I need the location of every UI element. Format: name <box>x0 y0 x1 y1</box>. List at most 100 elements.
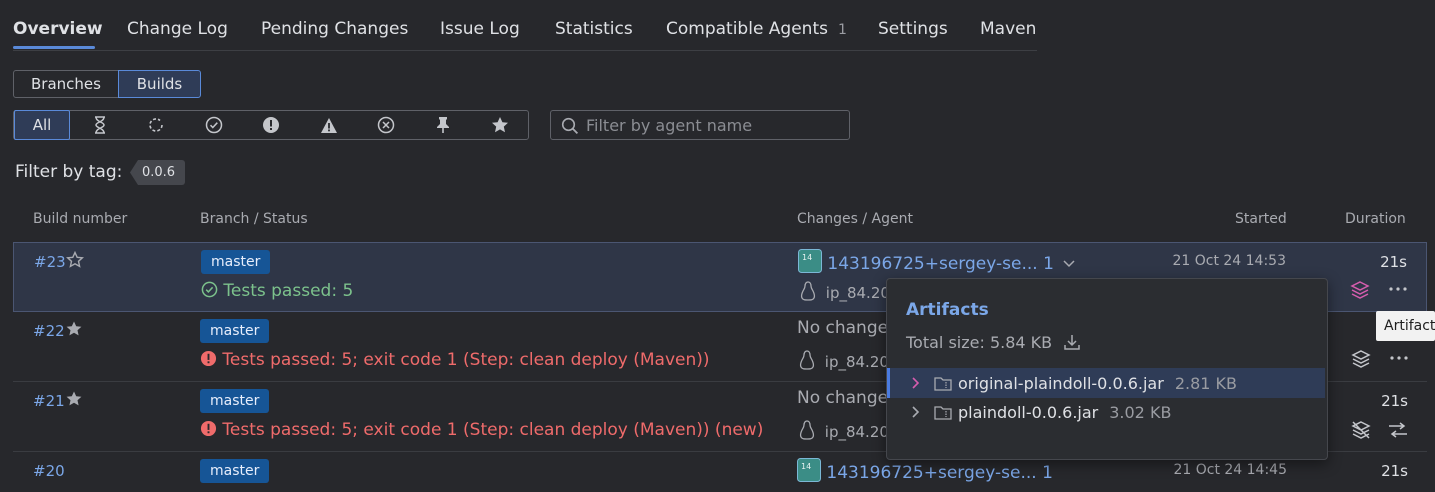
artifact-name: original-plaindoll-0.0.6.jar <box>958 373 1164 393</box>
artifact-size: 2.81 KB <box>1174 373 1237 393</box>
artifacts-crossed-icon[interactable] <box>1351 420 1371 440</box>
tab-pending-changes[interactable]: Pending Changes <box>261 19 408 39</box>
tab-issue-log[interactable]: Issue Log <box>440 19 520 39</box>
search-icon <box>561 117 579 135</box>
artifacts-popup: Artifacts Total size: 5.84 KB original-p… <box>886 278 1328 460</box>
status-text: Tests passed: 5; exit code 1 (Step: clea… <box>222 420 764 440</box>
branches-toggle-button[interactable]: Branches <box>13 70 119 98</box>
pin-icon <box>437 117 449 133</box>
linux-icon <box>799 350 815 370</box>
tab-bar: Overview Change Log Pending Changes Issu… <box>13 0 1037 51</box>
artifacts-icon[interactable] <box>1350 280 1370 300</box>
exclamation-circle-icon <box>200 420 217 437</box>
linux-icon <box>799 420 815 440</box>
duration: 21s <box>1381 392 1408 410</box>
popup-title: Artifacts <box>906 300 989 320</box>
filter-queued-button[interactable] <box>72 111 128 139</box>
running-icon <box>149 118 163 132</box>
filter-failed-button[interactable] <box>243 111 299 139</box>
cancel-icon <box>377 116 395 134</box>
active-tab-indicator <box>13 46 95 49</box>
artifact-item[interactable]: original-plaindoll-0.0.6.jar 2.81 KB <box>887 368 1325 398</box>
duration: 21s <box>1380 253 1407 271</box>
filter-all-button[interactable]: All <box>14 110 70 140</box>
more-options-icon[interactable] <box>1389 287 1407 291</box>
column-header-build-number[interactable]: Build number <box>33 211 127 227</box>
changes-link[interactable]: 14 143196725+sergey-se... 1 <box>798 249 1075 274</box>
status-text: Tests passed: 5 <box>223 281 354 301</box>
status-text: Tests passed: 5; exit code 1 (Step: clea… <box>222 350 710 370</box>
total-size: Total size: 5.84 KB <box>906 333 1081 352</box>
branch-badge[interactable]: master <box>200 319 270 343</box>
tab-overview[interactable]: Overview <box>13 19 103 39</box>
tag-filter-label: Filter by tag: <box>15 162 123 182</box>
column-header-started[interactable]: Started <box>1235 211 1287 227</box>
tab-statistics[interactable]: Statistics <box>555 19 633 39</box>
download-icon[interactable] <box>1063 333 1081 351</box>
branch-badge[interactable]: master <box>200 459 270 483</box>
compare-icon[interactable] <box>1388 422 1408 438</box>
more-options-icon[interactable] <box>1390 356 1408 360</box>
filter-starred-button[interactable] <box>472 111 528 139</box>
artifacts-icon[interactable] <box>1351 349 1371 369</box>
status-filter-bar: All <box>13 110 529 140</box>
duration: 21s <box>1381 462 1408 480</box>
started-time: 21 Oct 24 14:45 <box>1173 462 1287 478</box>
search-placeholder: Filter by agent name <box>586 116 753 135</box>
linux-icon <box>800 281 816 301</box>
changes-text: No changes <box>797 388 897 408</box>
chevron-right-icon <box>912 406 920 418</box>
started-time: 21 Oct 24 14:53 <box>1172 253 1286 269</box>
agent-name[interactable]: ip_84.201 <box>800 281 899 302</box>
tab-maven[interactable]: Maven <box>980 19 1036 39</box>
changes-link[interactable]: 14 143196725+sergey-se... 1 <box>797 458 1053 483</box>
svg-text:14: 14 <box>801 462 811 471</box>
tab-change-log[interactable]: Change Log <box>127 19 228 39</box>
check-circle-icon <box>205 116 223 134</box>
filter-warning-button[interactable] <box>301 111 357 139</box>
build-status[interactable]: Tests passed: 5; exit code 1 (Step: clea… <box>200 420 763 440</box>
filter-canceled-button[interactable] <box>358 111 414 139</box>
filter-pinned-button[interactable] <box>415 111 471 139</box>
column-header-changes-agent: Changes / Agent <box>797 211 913 227</box>
builds-toggle-button[interactable]: Builds <box>118 70 201 98</box>
agent-name[interactable]: ip_84.201 <box>799 350 898 371</box>
changes-text: 143196725+sergey-se... 1 <box>827 254 1054 274</box>
filter-running-button[interactable] <box>128 111 184 139</box>
star-icon <box>492 117 508 133</box>
artifact-size: 3.02 KB <box>1109 402 1172 422</box>
check-circle-icon <box>201 281 218 298</box>
column-header-duration[interactable]: Duration <box>1345 211 1406 227</box>
build-number-link[interactable]: #21 <box>33 392 65 410</box>
build-status[interactable]: Tests passed: 5; exit code 1 (Step: clea… <box>200 350 710 370</box>
filter-successful-button[interactable] <box>186 111 242 139</box>
tab-compatible-agents[interactable]: Compatible Agents 1 <box>666 19 847 39</box>
agent-filter-input[interactable]: Filter by agent name <box>550 110 850 140</box>
star-filled-icon[interactable] <box>65 390 83 408</box>
star-outline-icon[interactable] <box>66 251 84 269</box>
star-filled-icon[interactable] <box>65 320 83 338</box>
chevron-down-icon <box>1063 260 1075 268</box>
build-number-link[interactable]: #23 <box>34 253 66 271</box>
branch-badge[interactable]: master <box>200 389 270 413</box>
build-number-link[interactable]: #20 <box>33 462 65 480</box>
build-status[interactable]: Tests passed: 5 <box>201 281 353 301</box>
agent-name[interactable]: ip_84.201 <box>799 420 898 441</box>
artifact-item[interactable]: plaindoll-0.0.6.jar 3.02 KB <box>887 397 1325 427</box>
tab-settings[interactable]: Settings <box>878 19 948 39</box>
archive-icon <box>934 376 952 391</box>
exclamation-circle-icon <box>263 117 279 133</box>
build-number-link[interactable]: #22 <box>33 322 65 340</box>
user-avatar-icon: 14 <box>798 249 822 273</box>
branch-badge[interactable]: master <box>201 250 271 274</box>
artifacts-tooltip: Artifacts <box>1376 311 1435 341</box>
tab-label: Compatible Agents <box>666 19 828 39</box>
column-header-branch-status: Branch / Status <box>200 211 308 227</box>
tag-chip[interactable]: 0.0.6 <box>130 160 186 185</box>
changes-text: No changes <box>797 318 897 338</box>
archive-icon <box>934 405 952 420</box>
artifact-name: plaindoll-0.0.6.jar <box>958 402 1099 422</box>
warning-icon <box>321 117 337 133</box>
hourglass-icon <box>95 116 105 134</box>
user-avatar-icon: 14 <box>797 458 821 482</box>
